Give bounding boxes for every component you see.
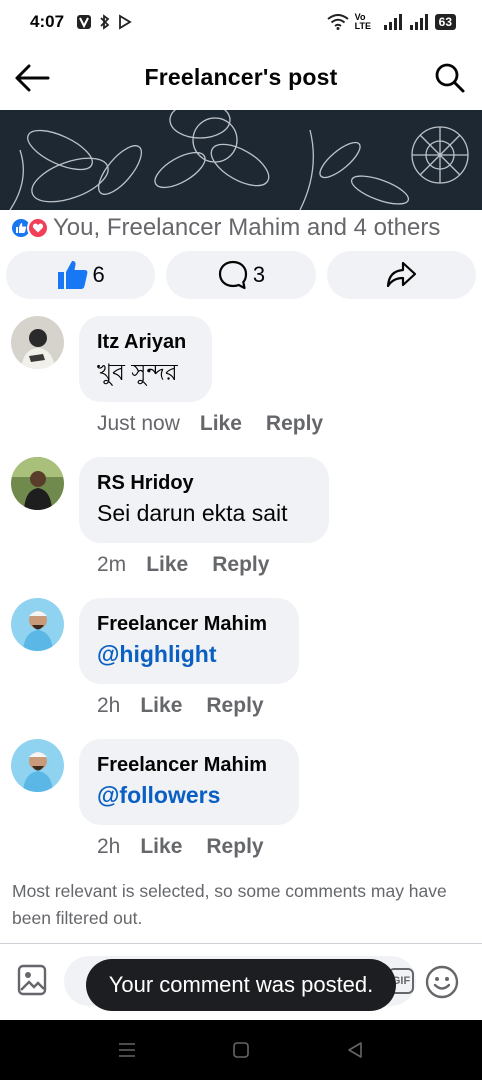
back-button[interactable]: [12, 58, 52, 98]
back-nav-button[interactable]: [335, 1030, 375, 1070]
recents-button[interactable]: [107, 1030, 147, 1070]
post-image[interactable]: [0, 110, 482, 210]
love-reaction-icon: [27, 217, 49, 239]
wifi-icon: [327, 14, 349, 30]
comment-author[interactable]: Itz Ariyan: [97, 328, 194, 356]
search-button[interactable]: [430, 58, 470, 98]
comment-time: 2m: [97, 553, 127, 576]
home-button[interactable]: [221, 1030, 261, 1070]
vpn-icon: [76, 14, 92, 30]
toast-message: Your comment was posted.: [86, 959, 396, 1011]
triangle-back-icon: [348, 1042, 362, 1058]
share-icon: [387, 261, 417, 288]
comment-like-button[interactable]: Like: [146, 553, 188, 577]
bluetooth-icon: [98, 14, 112, 30]
emoji-button[interactable]: [424, 964, 460, 1000]
comment-meta: Just now Like Reply: [97, 412, 323, 436]
comment-reply-button[interactable]: Reply: [212, 553, 269, 577]
reaction-icons: [10, 217, 49, 239]
signal-icon-1: [383, 14, 403, 30]
menu-icon: [119, 1043, 135, 1057]
post-actions: 6 3: [6, 251, 476, 299]
comment-bubble[interactable]: Itz Ariyan খুব সুন্দর: [79, 316, 212, 402]
comment-meta: 2m Like Reply: [97, 553, 269, 577]
comment-author[interactable]: RS Hridoy: [97, 469, 311, 497]
comment-like-button[interactable]: Like: [140, 835, 182, 859]
comment-author[interactable]: Freelancer Mahim: [97, 610, 281, 638]
play-icon: [118, 14, 132, 30]
avatar[interactable]: [11, 316, 64, 369]
comment-bubble[interactable]: Freelancer Mahim @followers: [79, 739, 299, 825]
avatar[interactable]: [11, 739, 64, 792]
add-photo-button[interactable]: [14, 962, 50, 998]
comment-author[interactable]: Freelancer Mahim: [97, 751, 281, 779]
emoji-icon: [425, 965, 459, 999]
status-left: 4:07: [30, 12, 132, 32]
status-right: Vo LTE 63: [327, 13, 456, 31]
home-icon: [233, 1042, 249, 1058]
avatar[interactable]: [11, 598, 64, 651]
system-nav-bar: [0, 1020, 482, 1080]
comment-time: 2h: [97, 835, 121, 858]
status-time: 4:07: [30, 12, 65, 31]
back-arrow-icon: [15, 64, 50, 92]
battery-indicator: 63: [434, 14, 456, 30]
like-icon: [57, 260, 87, 289]
comment-like-button[interactable]: Like: [200, 412, 242, 436]
network-type: Vo LTE: [354, 12, 371, 31]
comment-meta: 2h Like Reply: [97, 835, 264, 859]
comment-button[interactable]: 3: [166, 251, 316, 299]
comment-meta: 2h Like Reply: [97, 694, 264, 718]
page-title: Freelancer's post: [144, 63, 338, 90]
comment-text: খুব সুন্দর: [97, 359, 178, 385]
top-app-bar: Freelancer's post: [0, 50, 482, 104]
comment-bubble[interactable]: Freelancer Mahim @highlight: [79, 598, 299, 684]
comment-count: 3: [252, 262, 266, 287]
comment-reply-button[interactable]: Reply: [206, 694, 263, 718]
comment-mention-link[interactable]: @followers: [97, 779, 281, 811]
reactions-summary-text: You, Freelancer Mahim and 4 others: [53, 214, 441, 241]
comment-text: Sei darun ekta sait: [97, 500, 288, 526]
share-button[interactable]: [326, 251, 476, 299]
comment-icon: [218, 260, 247, 290]
status-bar: 4:07 Vo LTE 63: [0, 0, 482, 44]
comment-mention-link[interactable]: @highlight: [97, 638, 281, 670]
signal-icon-2: [409, 14, 429, 30]
comment-reply-button[interactable]: Reply: [266, 412, 323, 436]
like-count: 6: [92, 262, 105, 287]
comment-reply-button[interactable]: Reply: [206, 835, 263, 859]
search-icon: [435, 63, 465, 93]
comment-time: 2h: [97, 694, 121, 717]
reactions-summary[interactable]: You, Freelancer Mahim and 4 others: [10, 212, 440, 244]
comment-like-button[interactable]: Like: [140, 694, 182, 718]
photo-icon: [17, 964, 47, 996]
comment-bubble[interactable]: RS Hridoy Sei darun ekta sait: [79, 457, 329, 543]
comment-filter-note: Most relevant is selected, so some comme…: [12, 881, 447, 928]
like-button[interactable]: 6: [6, 251, 156, 299]
avatar[interactable]: [11, 457, 64, 510]
comment-time: Just now: [97, 412, 180, 435]
